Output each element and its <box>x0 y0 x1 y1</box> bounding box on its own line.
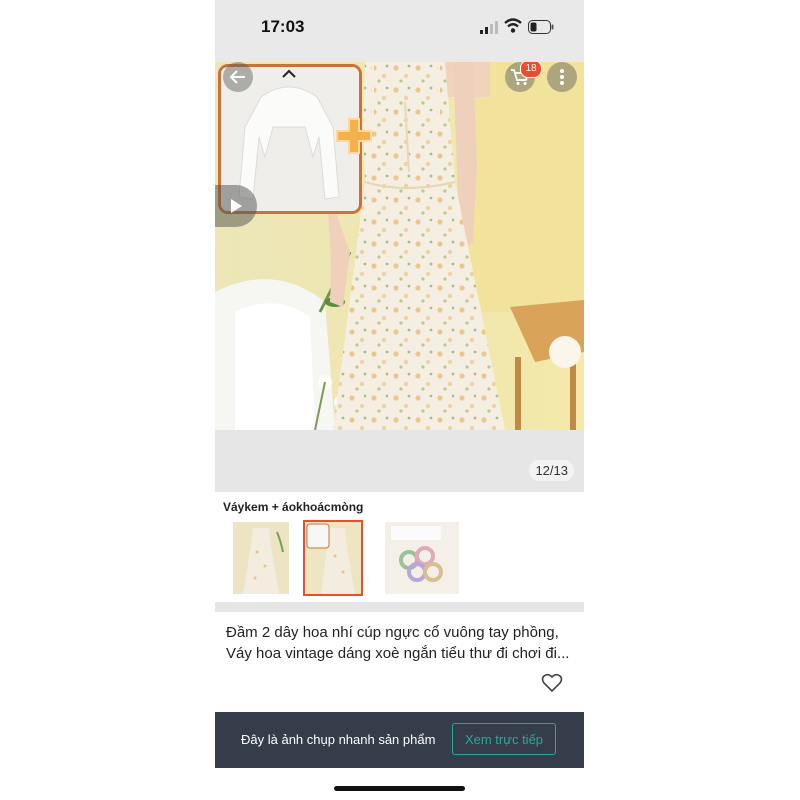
arrow-left-icon <box>229 70 245 84</box>
battery-icon <box>528 20 554 34</box>
more-vertical-icon <box>560 69 564 85</box>
thumbnail-dress-cardigan-image <box>305 522 361 594</box>
variant-section: Váykem + áokhoácmòng <box>215 492 584 602</box>
phone-screen: 17:03 18 12/13 Váykem + áokhoácmòng Đầm … <box>215 0 584 800</box>
heart-icon[interactable] <box>541 673 563 693</box>
variant-thumbnail-dress-cardigan[interactable] <box>303 520 363 596</box>
wifi-icon <box>504 18 522 33</box>
product-description: Đầm 2 dây hoa nhí cúp ngực cổ vuông tay … <box>226 622 576 664</box>
thumbnail-dress-image <box>233 522 289 594</box>
gallery-footer: 12/13 <box>215 430 584 492</box>
back-button[interactable] <box>223 62 253 92</box>
snapshot-banner: Đây là ảnh chụp nhanh sản phẩm Xem trực … <box>215 712 584 768</box>
signal-icon <box>480 21 498 34</box>
variant-title: Váykem + áokhoácmòng <box>223 500 364 514</box>
play-video-button[interactable] <box>215 185 257 227</box>
status-bar: 17:03 <box>215 0 584 62</box>
snapshot-notice: Đây là ảnh chụp nhanh sản phẩm <box>241 732 436 747</box>
variant-thumbnail-hair-ties[interactable] <box>383 520 461 596</box>
more-button[interactable] <box>547 62 577 92</box>
play-icon <box>231 199 242 213</box>
home-indicator[interactable] <box>334 786 465 791</box>
thumbnail-hair-ties-image <box>385 522 459 594</box>
view-live-button[interactable]: Xem trực tiếp <box>452 723 556 755</box>
section-divider <box>215 602 584 612</box>
description-line-2: Váy hoa vintage dáng xoè ngắn tiểu thư đ… <box>226 645 570 662</box>
product-image[interactable]: 18 <box>215 62 584 430</box>
plus-icon <box>336 118 372 154</box>
variant-thumbnail-dress[interactable] <box>231 520 291 596</box>
status-time: 17:03 <box>261 17 305 36</box>
cart-badge: 18 <box>520 62 542 78</box>
description-line-1: Đầm 2 dây hoa nhí cúp ngực cổ vuông tay … <box>226 624 559 641</box>
image-counter: 12/13 <box>529 460 574 481</box>
